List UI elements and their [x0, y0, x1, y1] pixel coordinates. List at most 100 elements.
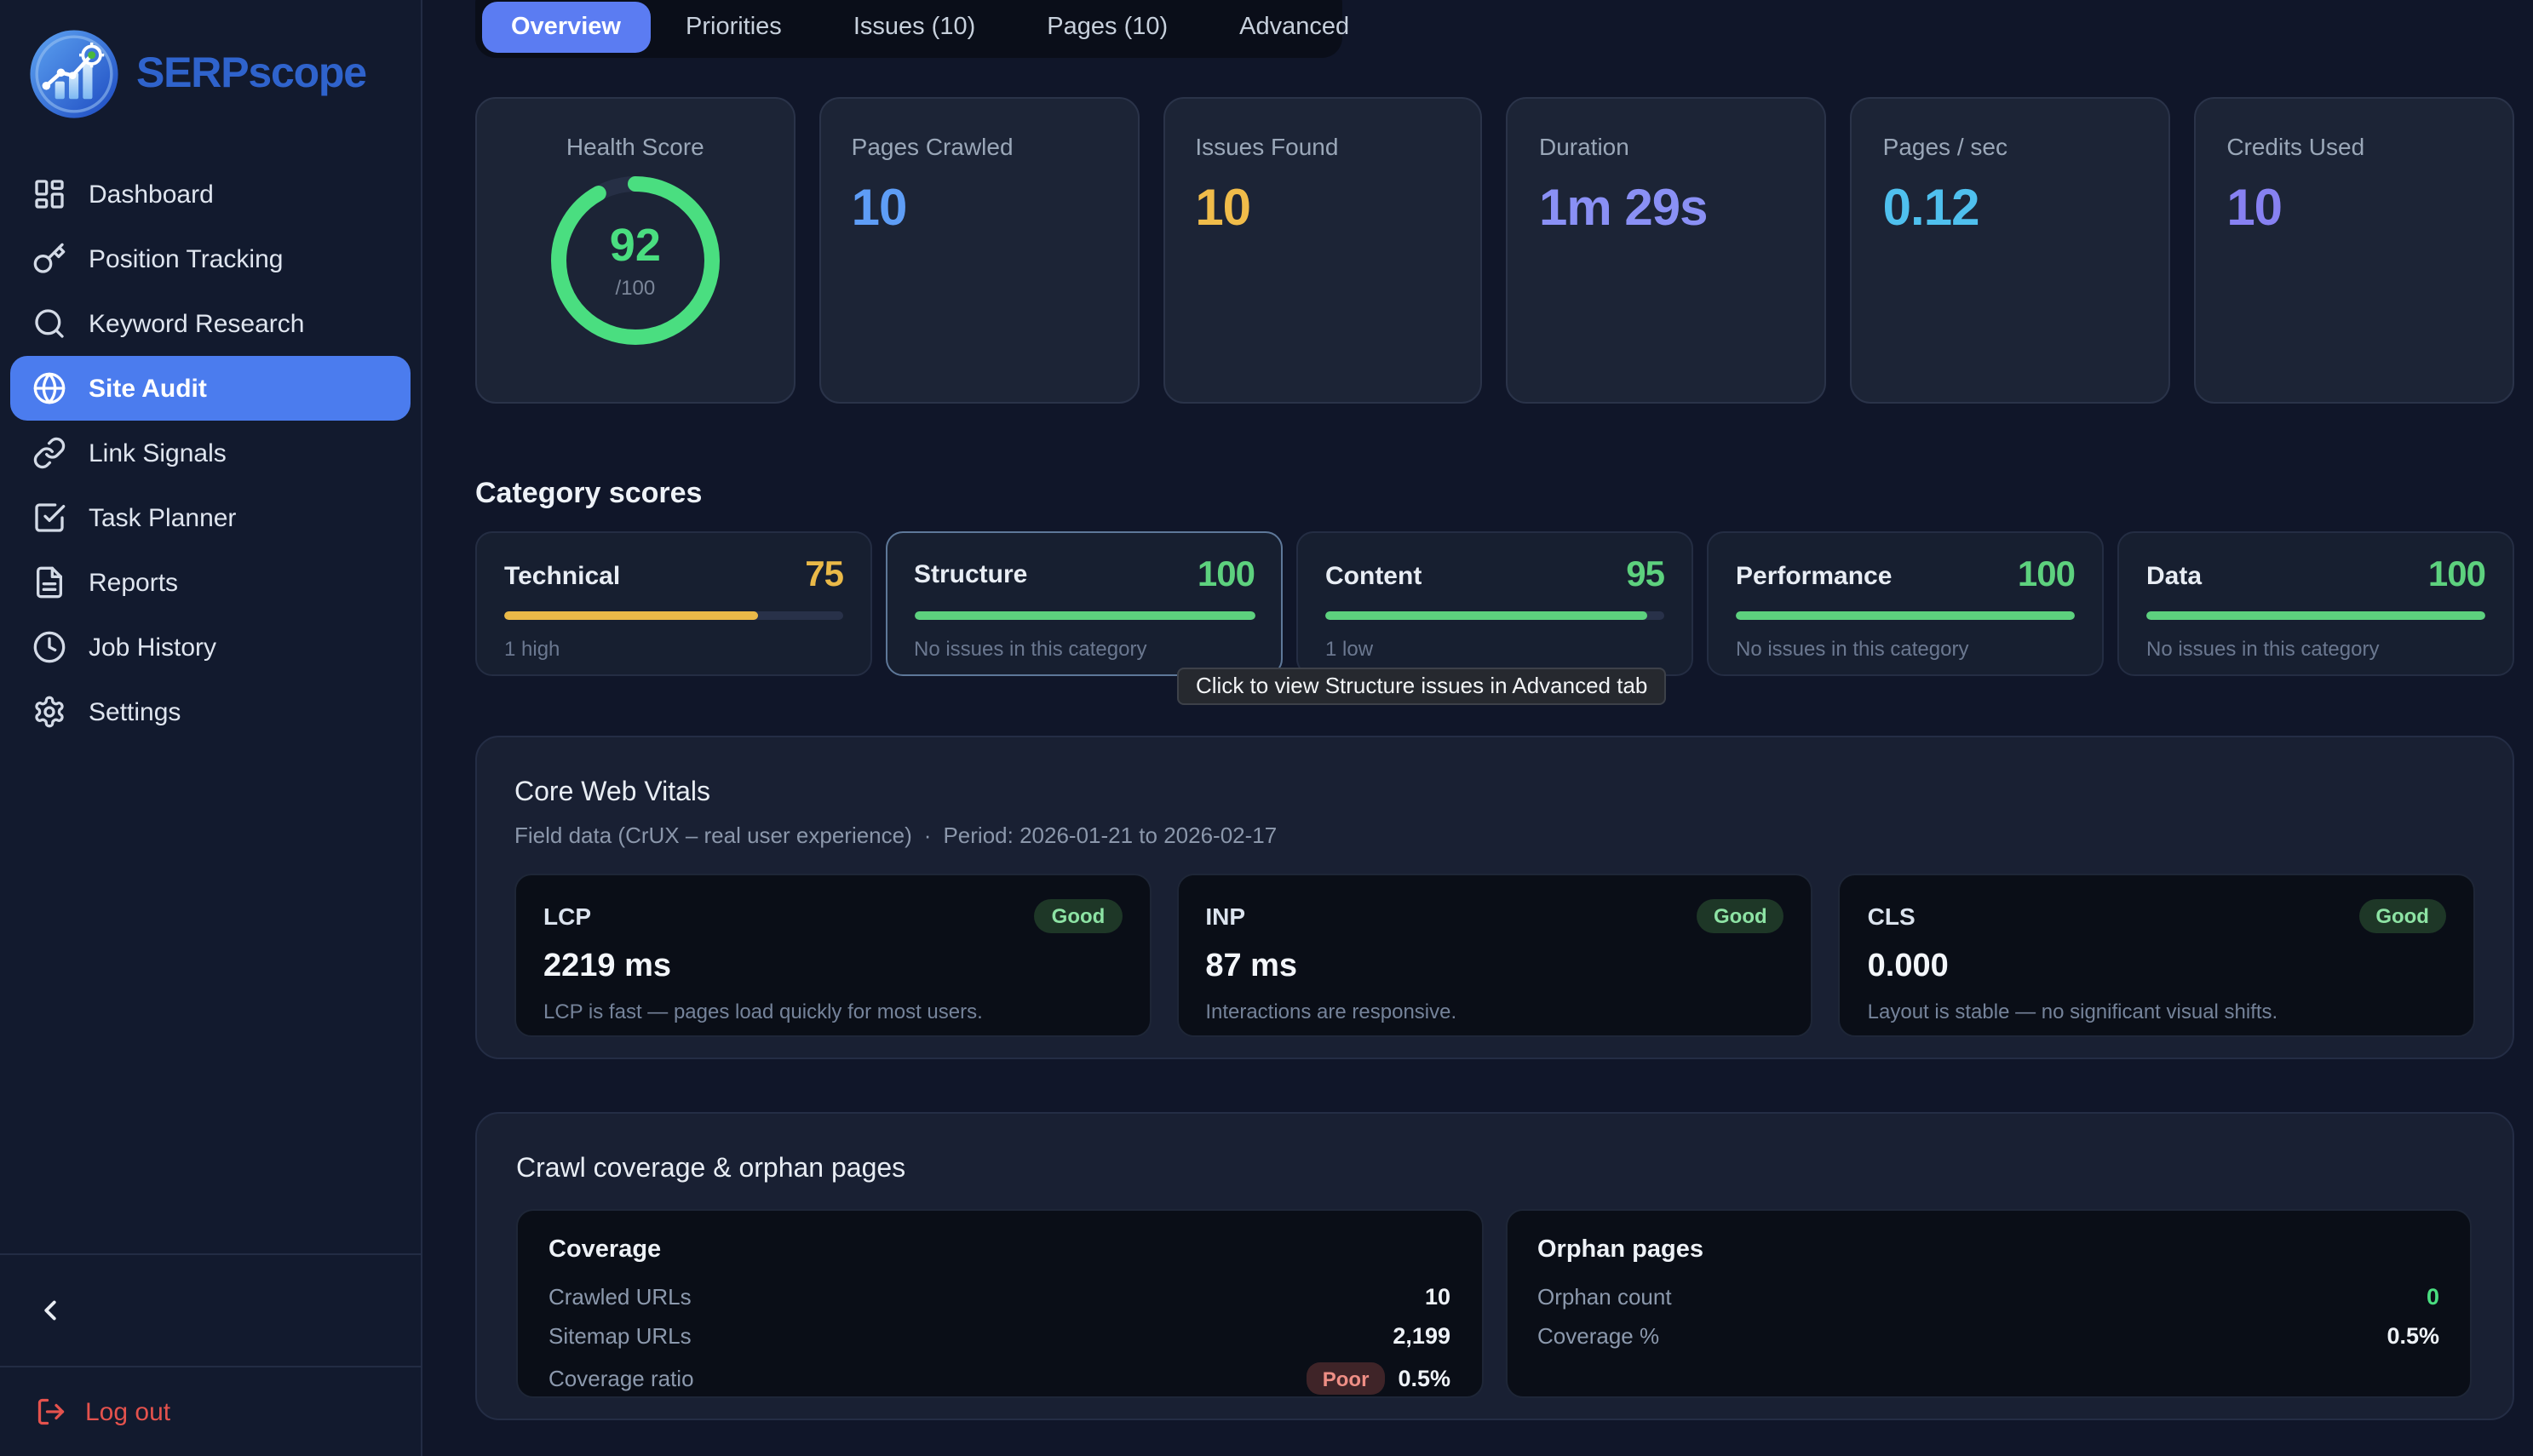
orphan-pages-card: Orphan pages Orphan count 0 Coverage % 0… — [1505, 1209, 2472, 1398]
collapse-sidebar-button[interactable] — [0, 1255, 421, 1366]
category-progress-track — [1736, 611, 2075, 620]
sidebar-item-label: Reports — [89, 568, 178, 597]
sidebar-item-position-tracking[interactable]: Position Tracking — [10, 226, 411, 291]
stat-label: Health Score — [508, 133, 763, 160]
key-icon — [32, 242, 66, 276]
sidebar-item-task-planner[interactable]: Task Planner — [10, 485, 411, 550]
sidebar-item-label: Dashboard — [89, 180, 214, 209]
stat-label: Credits Used — [2226, 133, 2482, 160]
sidebar-item-dashboard[interactable]: Dashboard — [10, 162, 411, 226]
category-scores-heading: Category scores — [475, 477, 2514, 511]
sidebar-item-site-audit[interactable]: Site Audit — [10, 356, 411, 421]
logout-icon — [36, 1396, 66, 1427]
category-note: No issues in this category — [2146, 637, 2485, 661]
health-score-card: Health Score 92 /100 — [475, 97, 796, 404]
metric-value: 87 ms — [1205, 949, 1783, 986]
category-progress-fill — [2146, 611, 2485, 620]
sidebar-item-reports[interactable]: Reports — [10, 550, 411, 615]
category-name: Technical — [504, 561, 620, 590]
clock-icon — [32, 630, 66, 664]
category-card-structure[interactable]: Structure 100 No issues in this category — [886, 531, 1283, 676]
orphan-pages-card-title: Orphan pages — [1537, 1236, 2439, 1264]
category-progress-fill — [1736, 611, 2075, 620]
tab-advanced[interactable]: Advanced — [1203, 2, 1385, 53]
category-progress-track — [504, 611, 843, 620]
sidebar: SERPscope Dashboard Position Tracking Ke… — [0, 0, 422, 1456]
orphan-row-count: Orphan count 0 — [1537, 1284, 2439, 1310]
tab-priorities[interactable]: Priorities — [650, 2, 818, 53]
coverage-row-coverage-ratio: Coverage ratio Poor 0.5% — [549, 1362, 1450, 1395]
stat-value: 0.12 — [1883, 181, 2139, 238]
category-note: 1 high — [504, 637, 843, 661]
metric-description: Interactions are responsive. — [1205, 1000, 1783, 1023]
inp-metric-card: INP Good 87 ms Interactions are responsiv… — [1176, 874, 1812, 1037]
check-square-icon — [32, 501, 66, 535]
category-card-performance[interactable]: Performance100 No issues in this categor… — [1707, 531, 2104, 676]
health-score-max: /100 — [615, 275, 655, 299]
coverage-row-crawled-urls: Crawled URLs 10 — [549, 1284, 1450, 1310]
category-progress-fill — [914, 610, 1255, 619]
link-icon — [32, 436, 66, 470]
sidebar-item-link-signals[interactable]: Link Signals — [10, 421, 411, 485]
credits-used-card: Credits Used 10 — [2194, 97, 2514, 404]
orphan-row-coverage: Coverage % 0.5% — [1537, 1323, 2439, 1349]
gear-icon — [32, 695, 66, 729]
sidebar-item-keyword-research[interactable]: Keyword Research — [10, 291, 411, 356]
category-progress-track — [914, 610, 1255, 619]
category-name: Structure — [914, 560, 1027, 589]
stat-value: 10 — [1195, 181, 1450, 238]
globe-icon — [32, 371, 66, 405]
coverage-row-sitemap-urls: Sitemap URLs 2,199 — [549, 1323, 1450, 1349]
stat-label: Pages Crawled — [852, 133, 1107, 160]
logout-button[interactable]: Log out — [0, 1367, 421, 1456]
status-badge-poor: Poor — [1307, 1362, 1385, 1395]
category-card-technical[interactable]: Technical75 1 high — [475, 531, 872, 676]
health-score-ring: 92 /100 — [508, 172, 763, 349]
crawl-coverage-title: Crawl coverage & orphan pages — [516, 1155, 2472, 1185]
sidebar-item-label: Link Signals — [89, 439, 227, 467]
stat-label: Issues Found — [1195, 133, 1450, 160]
brand-name: SERPscope — [136, 49, 366, 99]
tab-issues[interactable]: Issues (10) — [818, 2, 1011, 53]
health-score-value: 92 — [610, 222, 661, 268]
pages-per-sec-card: Pages / sec 0.12 — [1851, 97, 2171, 404]
metric-name: INP — [1205, 903, 1245, 930]
category-note: No issues in this category — [914, 636, 1255, 660]
sidebar-item-settings[interactable]: Settings — [10, 679, 411, 744]
stat-value: 10 — [852, 181, 1107, 238]
sidebar-item-job-history[interactable]: Job History — [10, 615, 411, 679]
category-progress-fill — [504, 611, 759, 620]
category-card-content[interactable]: Content95 1 low — [1296, 531, 1693, 676]
serpscope-logo-icon — [27, 27, 121, 121]
category-name: Data — [2146, 561, 2202, 590]
core-web-vitals-title: Core Web Vitals — [514, 778, 2475, 809]
stats-row: Health Score 92 /100 Pages Crawled 10 — [475, 97, 2514, 404]
chevron-left-icon — [34, 1294, 66, 1327]
pages-crawled-card: Pages Crawled 10 — [819, 97, 1140, 404]
lcp-metric-card: LCPGood 2219 ms LCP is fast — pages load… — [514, 874, 1151, 1037]
sidebar-item-label: Task Planner — [89, 503, 236, 532]
site-audit-app: SERPscope Dashboard Position Tracking Ke… — [0, 0, 2533, 1456]
issues-found-card: Issues Found 10 — [1163, 97, 1483, 404]
search-icon — [32, 307, 66, 341]
main-content: Overview Priorities Issues (10) Pages (1… — [422, 0, 2533, 1456]
category-score: 100 — [1198, 554, 1255, 595]
coverage-card: Coverage Crawled URLs 10 Sitemap URLs 2,… — [516, 1209, 1483, 1398]
category-card-data[interactable]: Data100 No issues in this category — [2117, 531, 2514, 676]
sidebar-footer: Log out — [0, 1253, 421, 1456]
metric-value: 0.000 — [1868, 949, 2446, 986]
category-progress-track — [1325, 611, 1664, 620]
stat-value: 10 — [2226, 181, 2482, 238]
stat-label: Duration — [1539, 133, 1795, 160]
stat-value: 1m 29s — [1539, 181, 1795, 238]
crawl-coverage-card: Crawl coverage & orphan pages Coverage C… — [475, 1112, 2514, 1420]
tab-pages[interactable]: Pages (10) — [1011, 2, 1203, 53]
category-scores-row: Technical75 1 high Structure 100 No issue… — [475, 531, 2514, 676]
category-score: 100 — [2018, 555, 2075, 596]
sidebar-nav: Dashboard Position Tracking Keyword Rese… — [0, 162, 421, 744]
category-progress-track — [2146, 611, 2485, 620]
category-note: 1 low — [1325, 637, 1664, 661]
status-badge-good: Good — [1697, 899, 1784, 933]
tab-overview[interactable]: Overview — [482, 2, 650, 53]
audit-tabbar: Overview Priorities Issues (10) Pages (1… — [475, 0, 1342, 58]
